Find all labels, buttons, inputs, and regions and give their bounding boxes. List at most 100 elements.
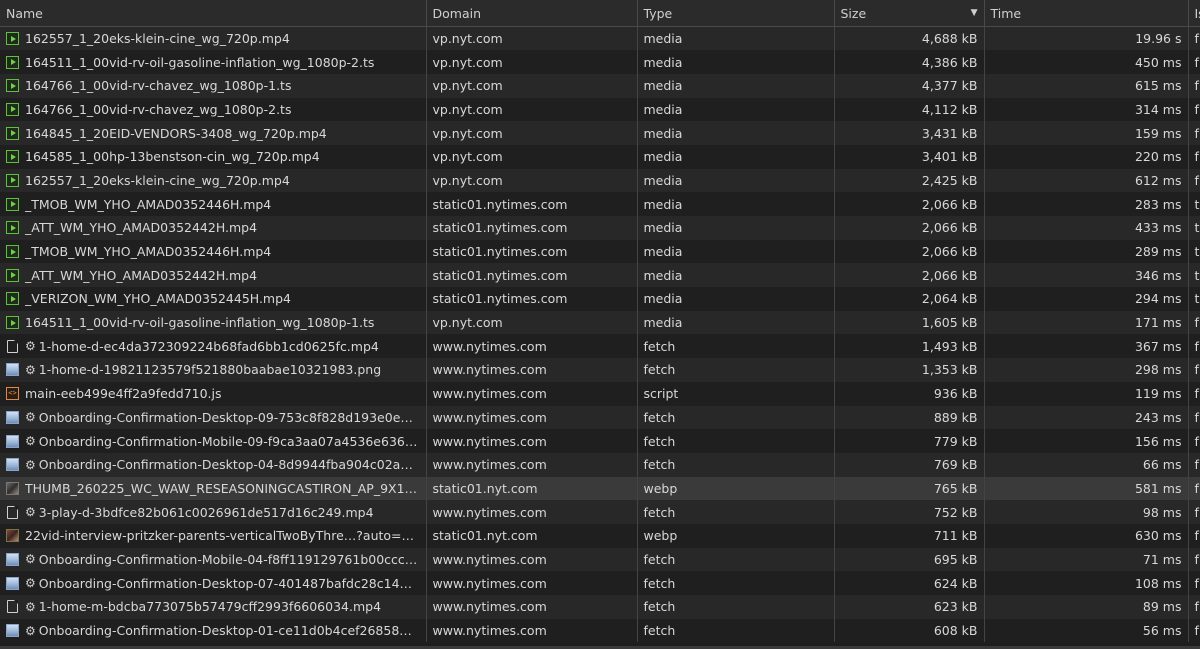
cell-type: media [637, 310, 835, 335]
cell-extra: f [1188, 144, 1200, 169]
cell-type: media [637, 50, 835, 74]
cell-extra: f [1188, 358, 1200, 382]
gear-icon: ⚙ [25, 410, 36, 425]
cell-extra: t [1188, 263, 1200, 288]
cell-name: 164766_1_00vid-rv-chavez_wg_1080p-2.ts [0, 97, 427, 122]
cell-domain: vp.nyt.com [426, 121, 638, 145]
cell-name: _ATT_WM_YHO_AMAD0352442H.mp4 [0, 263, 427, 288]
table-row[interactable]: 164766_1_00vid-rv-chavez_wg_1080p-2.ts vp… [0, 97, 1200, 122]
cell-domain: vp.nyt.com [426, 144, 638, 169]
cell-domain: www.nytimes.com [426, 547, 638, 572]
table-row[interactable]: <> main-eeb499e4ff2a9fedd710.js www.nytime… [0, 381, 1200, 406]
cell-size: 765 kB [834, 476, 985, 501]
table-row[interactable]: 164511_1_00vid-rv-oil-gasoline-inflation… [0, 310, 1200, 335]
cell-time: 298 ms [984, 358, 1189, 382]
cell-time: 346 ms [984, 263, 1189, 288]
cell-time: 367 ms [984, 334, 1189, 359]
request-name: 22vid-interview-pritzker-parents-vertica… [25, 528, 420, 544]
gear-icon: ⚙ [25, 623, 36, 638]
table-body: 162557_1_20eks-klein-cine_wg_720p.mp4 vp.… [0, 26, 1200, 643]
column-header-domain[interactable]: Domain [426, 0, 638, 27]
cell-type: media [637, 144, 835, 169]
table-row[interactable]: _VERIZON_WM_YHO_AMAD0352445H.mp4 static01… [0, 287, 1200, 311]
cell-time: 615 ms [984, 73, 1189, 98]
cell-domain: www.nytimes.com [426, 334, 638, 359]
table-row[interactable]: ⚙ Onboarding-Confirmation-Desktop-07-4014… [0, 571, 1200, 595]
cell-name: 22vid-interview-pritzker-parents-vertica… [0, 523, 427, 548]
cell-name: _TMOB_WM_YHO_AMAD0352446H.mp4 [0, 192, 427, 216]
cell-size: 4,377 kB [834, 73, 985, 98]
table-row[interactable]: ⚙ 1-home-m-bdcba773075b57479cff2993f66060… [0, 595, 1200, 619]
table-row[interactable]: 162557_1_20eks-klein-cine_wg_720p.mp4 vp.… [0, 26, 1200, 51]
cell-name: 164766_1_00vid-rv-chavez_wg_1080p-1.ts [0, 73, 427, 98]
table-row[interactable]: ⚙ Onboarding-Confirmation-Desktop-09-753c… [0, 405, 1200, 430]
table-row[interactable]: ⚙ Onboarding-Confirmation-Desktop-01-ce11… [0, 618, 1200, 643]
cell-extra: t [1188, 287, 1200, 311]
cell-extra: f [1188, 500, 1200, 524]
request-name: Onboarding-Confirmation-Desktop-01-ce11d… [38, 623, 420, 639]
cell-domain: static01.nytimes.com [426, 263, 638, 288]
image-file-icon [6, 576, 19, 590]
column-header-extra[interactable]: Is [1188, 0, 1200, 27]
cell-size: 624 kB [834, 571, 985, 595]
cell-extra: f [1188, 618, 1200, 643]
cell-domain: vp.nyt.com [426, 26, 638, 51]
table-row[interactable]: 22vid-interview-pritzker-parents-vertica… [0, 523, 1200, 548]
sort-descending-icon: ▼ [970, 7, 978, 18]
table-row[interactable]: ⚙ Onboarding-Confirmation-Desktop-04-8d99… [0, 452, 1200, 477]
table-row[interactable]: _ATT_WM_YHO_AMAD0352442H.mp4 static01.nyt… [0, 263, 1200, 288]
cell-name: THUMB_260225_WC_WAW_RESEASONINGCASTIRON_… [0, 476, 427, 501]
table-row[interactable]: 164766_1_00vid-rv-chavez_wg_1080p-1.ts vp… [0, 73, 1200, 98]
table-row[interactable]: ⚙ Onboarding-Confirmation-Mobile-04-f8ff1… [0, 547, 1200, 572]
cell-domain: vp.nyt.com [426, 73, 638, 98]
column-header-size[interactable]: Size ▼ [834, 0, 985, 27]
table-row[interactable]: 164845_1_20EID-VENDORS-3408_wg_720p.mp4 v… [0, 121, 1200, 145]
cell-name: ⚙ Onboarding-Confirmation-Desktop-04-8d99… [0, 452, 427, 477]
cell-domain: www.nytimes.com [426, 595, 638, 619]
cell-domain: vp.nyt.com [426, 97, 638, 122]
table-row[interactable]: _ATT_WM_YHO_AMAD0352442H.mp4 static01.nyt… [0, 216, 1200, 240]
cell-time: 289 ms [984, 239, 1189, 264]
table-row[interactable]: ⚙ 1-home-d-ec4da372309224b68fad6bb1cd0625… [0, 334, 1200, 359]
media-file-icon [6, 197, 19, 211]
cell-name: ⚙ 1-home-m-bdcba773075b57479cff2993f66060… [0, 595, 427, 619]
cell-name: ⚙ 1-home-d-ec4da372309224b68fad6bb1cd0625… [0, 334, 427, 359]
cell-type: media [637, 121, 835, 145]
cell-type: media [637, 73, 835, 98]
request-name: _ATT_WM_YHO_AMAD0352442H.mp4 [25, 267, 258, 283]
cell-domain: static01.nyt.com [426, 476, 638, 501]
table-row[interactable]: 162557_1_20eks-klein-cine_wg_720p.mp4 vp.… [0, 168, 1200, 193]
request-name: 164511_1_00vid-rv-oil-gasoline-inflation… [25, 54, 375, 70]
table-row[interactable]: 164511_1_00vid-rv-oil-gasoline-inflation… [0, 50, 1200, 74]
cell-size: 2,066 kB [834, 216, 985, 240]
table-row[interactable]: _TMOB_WM_YHO_AMAD0352446H.mp4 static01.ny… [0, 239, 1200, 264]
column-header-time[interactable]: Time [984, 0, 1189, 27]
media-file-icon [6, 292, 19, 306]
cell-type: media [637, 168, 835, 193]
cell-name: ⚙ Onboarding-Confirmation-Desktop-09-753c… [0, 405, 427, 430]
cell-extra: f [1188, 121, 1200, 145]
cell-type: media [637, 97, 835, 122]
request-name: THUMB_260225_WC_WAW_RESEASONINGCASTIRON_… [25, 480, 418, 496]
cell-domain: www.nytimes.com [426, 500, 638, 524]
cell-name: ⚙ Onboarding-Confirmation-Mobile-04-f8ff1… [0, 547, 427, 572]
cell-name: ⚙ Onboarding-Confirmation-Mobile-09-f9ca3… [0, 429, 427, 453]
request-name: Onboarding-Confirmation-Desktop-09-753c8… [38, 409, 420, 425]
media-file-icon [6, 221, 19, 235]
table-row[interactable]: ⚙ 3-play-d-3bdfce82b061c0026961de517d16c2… [0, 500, 1200, 524]
column-header-type[interactable]: Type [637, 0, 835, 27]
media-file-icon [6, 32, 19, 46]
table-row[interactable]: THUMB_260225_WC_WAW_RESEASONINGCASTIRON_… [0, 476, 1200, 501]
table-row[interactable]: ⚙ Onboarding-Confirmation-Mobile-09-f9ca3… [0, 429, 1200, 453]
column-header-name[interactable]: Name [0, 0, 427, 27]
cell-extra: f [1188, 73, 1200, 98]
table-row[interactable]: ⚙ 1-home-d-19821123579f521880baabae103219… [0, 358, 1200, 382]
cell-size: 2,425 kB [834, 168, 985, 193]
cell-type: webp [637, 476, 835, 501]
cell-time: 314 ms [984, 97, 1189, 122]
table-row[interactable]: _TMOB_WM_YHO_AMAD0352446H.mp4 static01.ny… [0, 192, 1200, 216]
table-row[interactable]: 164585_1_00hp-13benstson-cin_wg_720p.mp4… [0, 144, 1200, 169]
cell-size: 4,688 kB [834, 26, 985, 51]
request-name: _TMOB_WM_YHO_AMAD0352446H.mp4 [25, 196, 272, 212]
image-file-icon [6, 410, 19, 424]
